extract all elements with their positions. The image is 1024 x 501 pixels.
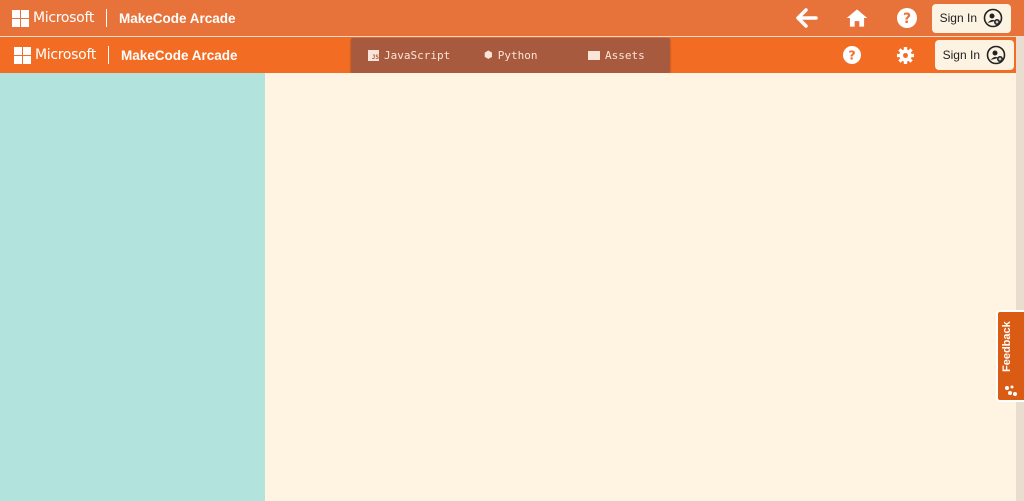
js-icon: JS xyxy=(368,50,379,61)
svg-text:?: ? xyxy=(848,48,855,63)
sign-in-button[interactable]: Sign In xyxy=(931,3,1011,33)
user-add-icon xyxy=(986,45,1006,65)
python-icon: ⬢ xyxy=(484,50,493,61)
divider xyxy=(108,46,110,64)
toolbox-sidebar xyxy=(0,73,265,501)
help-icon[interactable]: ? xyxy=(896,7,918,29)
app-title: MakeCode Arcade xyxy=(119,10,236,26)
editor-header: Microsoft MakeCode Arcade JS JavaScript ⬢… xyxy=(0,37,1016,73)
sign-in-label: Sign In xyxy=(942,48,980,62)
feedback-button[interactable]: Feedback xyxy=(996,310,1024,402)
microsoft-label: Microsoft xyxy=(35,47,97,63)
microsoft-logo-icon xyxy=(14,46,31,64)
app-title: MakeCode Arcade xyxy=(121,47,238,63)
microsoft-logo-icon xyxy=(12,9,29,27)
microsoft-label: Microsoft xyxy=(33,10,95,26)
workspace[interactable] xyxy=(265,73,1016,501)
brand[interactable]: Microsoft MakeCode Arcade xyxy=(0,37,238,73)
feedback-label: Feedback xyxy=(1001,321,1013,372)
settings-gear-icon[interactable] xyxy=(895,44,917,66)
tab-label: JavaScript xyxy=(384,49,451,62)
outer-header: Microsoft MakeCode Arcade ? Sign In xyxy=(0,0,1024,36)
svg-text:?: ? xyxy=(903,11,911,27)
feedback-dots-icon xyxy=(1005,385,1017,396)
help-icon[interactable]: ? xyxy=(841,44,863,66)
tab-python[interactable]: ⬢ Python xyxy=(484,49,537,62)
editor-tabs: JS JavaScript ⬢ Python Assets xyxy=(351,38,670,73)
sign-in-button[interactable]: Sign In xyxy=(934,40,1014,70)
editor-frame: Microsoft MakeCode Arcade JS JavaScript ⬢… xyxy=(0,37,1016,501)
tab-assets[interactable]: Assets xyxy=(588,49,645,62)
sign-in-label: Sign In xyxy=(939,11,977,25)
brand[interactable]: Microsoft MakeCode Arcade xyxy=(0,0,236,36)
tab-label: Assets xyxy=(605,49,645,62)
user-add-icon xyxy=(983,8,1003,28)
back-arrow-icon[interactable] xyxy=(795,7,818,29)
tab-javascript[interactable]: JS JavaScript xyxy=(368,49,450,62)
image-icon xyxy=(588,51,600,60)
divider xyxy=(106,9,108,27)
home-icon[interactable] xyxy=(846,7,868,29)
tab-label: Python xyxy=(497,49,538,62)
